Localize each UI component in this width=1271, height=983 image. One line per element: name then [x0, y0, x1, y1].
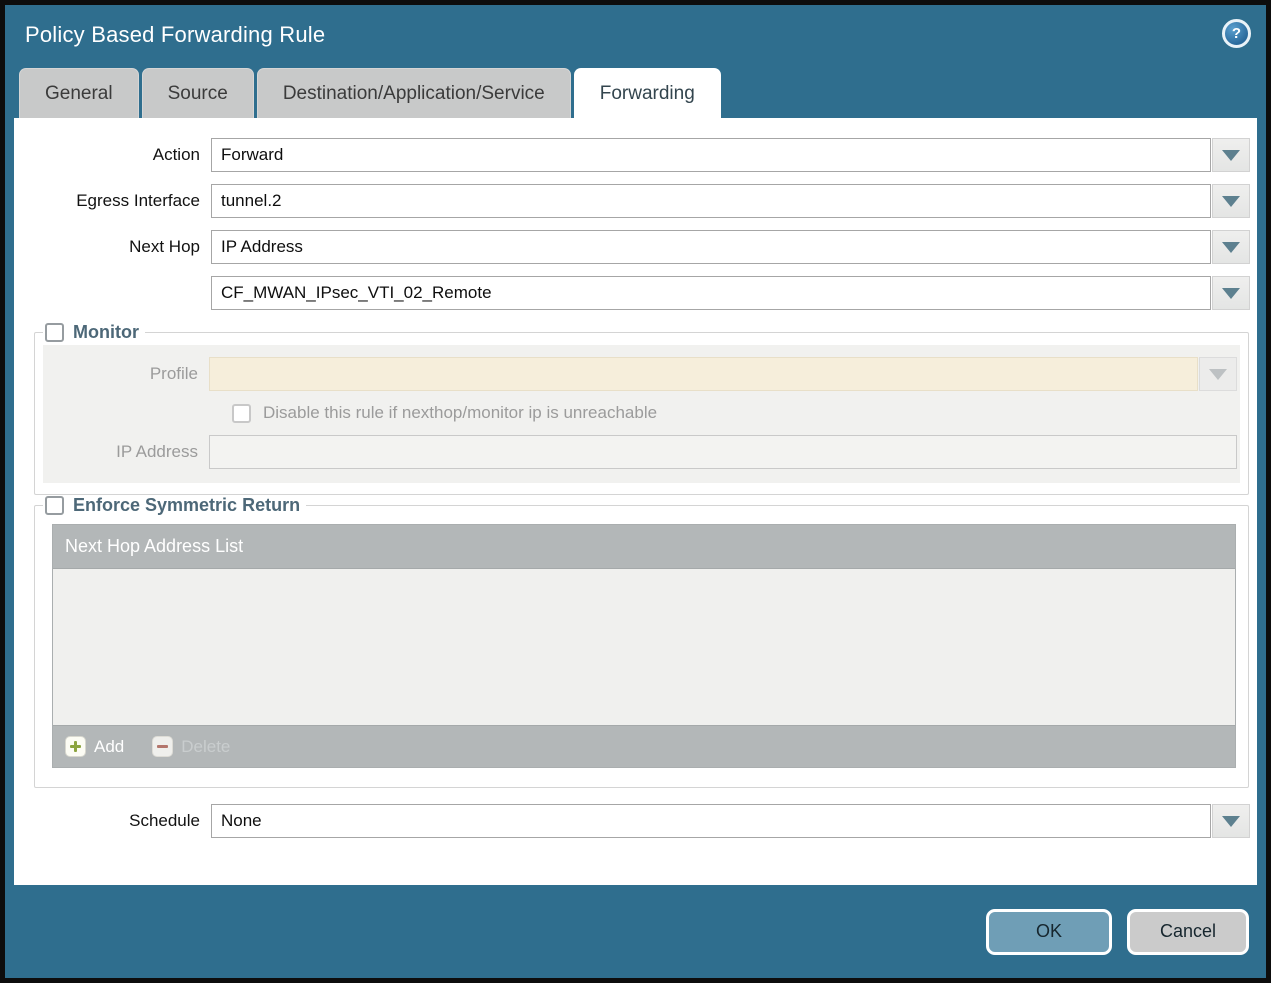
egress-interface-label: Egress Interface	[14, 191, 211, 211]
next-hop-address-list-toolbar: Add Delete	[53, 725, 1235, 767]
dialog-footer: OK Cancel	[5, 885, 1266, 978]
next-hop-label: Next Hop	[14, 237, 211, 257]
schedule-combo: None	[211, 804, 1250, 838]
enforce-symmetric-return-title: Enforce Symmetric Return	[73, 495, 300, 516]
chevron-down-icon	[1222, 242, 1240, 253]
disable-rule-checkbox-disabled	[232, 404, 251, 423]
minus-icon	[152, 736, 173, 757]
profile-combo	[209, 357, 1237, 391]
schedule-row: Schedule None	[14, 804, 1257, 838]
chevron-down-icon	[1222, 150, 1240, 161]
monitor-section: Monitor Profile Disable this rule if nex…	[34, 322, 1249, 495]
monitor-ip-address-label: IP Address	[43, 442, 209, 462]
tab-destination-application-service[interactable]: Destination/Application/Service	[257, 68, 571, 118]
monitor-ip-address-row: IP Address	[43, 435, 1240, 469]
disable-rule-row: Disable this rule if nexthop/monitor ip …	[232, 403, 1240, 423]
titlebar: Policy Based Forwarding Rule ?	[5, 5, 1266, 68]
profile-dropdown-button-disabled	[1199, 357, 1237, 391]
ok-button[interactable]: OK	[986, 909, 1112, 955]
chevron-down-icon	[1222, 288, 1240, 299]
schedule-label: Schedule	[14, 811, 211, 831]
monitor-checkbox[interactable]	[45, 323, 64, 342]
monitor-panel: Profile Disable this rule if nexthop/mon…	[43, 345, 1240, 483]
action-combo: Forward	[211, 138, 1250, 172]
delete-button-label: Delete	[181, 737, 230, 757]
action-row: Action Forward	[14, 138, 1257, 172]
add-button-label: Add	[94, 737, 124, 757]
next-hop-address-list-body[interactable]	[53, 569, 1235, 725]
disable-rule-label: Disable this rule if nexthop/monitor ip …	[263, 403, 657, 423]
dialog-title: Policy Based Forwarding Rule	[25, 22, 325, 48]
next-hop-row: Next Hop IP Address	[14, 230, 1257, 264]
plus-icon	[65, 736, 86, 757]
next-hop-type-field[interactable]: IP Address	[211, 230, 1211, 264]
tab-general[interactable]: General	[19, 68, 139, 118]
next-hop-address-dropdown-button[interactable]	[1212, 276, 1250, 310]
action-dropdown-button[interactable]	[1212, 138, 1250, 172]
next-hop-address-list-table: Next Hop Address List Add Delete	[52, 524, 1236, 768]
delete-button-disabled: Delete	[152, 736, 230, 757]
enforce-symmetric-return-section: Enforce Symmetric Return Next Hop Addres…	[34, 495, 1249, 788]
next-hop-address-field[interactable]: CF_MWAN_IPsec_VTI_02_Remote	[211, 276, 1211, 310]
tab-bar: General Source Destination/Application/S…	[5, 68, 1266, 118]
next-hop-address-combo: CF_MWAN_IPsec_VTI_02_Remote	[211, 276, 1250, 310]
help-icon[interactable]: ?	[1222, 19, 1251, 48]
chevron-down-icon	[1222, 196, 1240, 207]
schedule-value-field[interactable]: None	[211, 804, 1211, 838]
next-hop-dropdown-button[interactable]	[1212, 230, 1250, 264]
action-label: Action	[14, 145, 211, 165]
tab-source[interactable]: Source	[142, 68, 254, 118]
chevron-down-icon	[1222, 816, 1240, 827]
profile-value-field	[209, 357, 1198, 391]
profile-row: Profile	[43, 357, 1240, 391]
schedule-dropdown-button[interactable]	[1212, 804, 1250, 838]
enforce-symmetric-return-checkbox[interactable]	[45, 496, 64, 515]
tab-forwarding[interactable]: Forwarding	[574, 68, 721, 118]
add-button[interactable]: Add	[65, 736, 124, 757]
chevron-down-icon	[1209, 369, 1227, 380]
next-hop-address-list-header: Next Hop Address List	[53, 525, 1235, 569]
next-hop-combo: IP Address	[211, 230, 1250, 264]
egress-interface-value-field[interactable]: tunnel.2	[211, 184, 1211, 218]
monitor-legend: Monitor	[43, 322, 145, 343]
profile-label: Profile	[43, 364, 209, 384]
next-hop-address-row: CF_MWAN_IPsec_VTI_02_Remote	[14, 276, 1257, 310]
monitor-ip-address-field-disabled	[209, 435, 1237, 469]
egress-interface-combo: tunnel.2	[211, 184, 1250, 218]
egress-interface-row: Egress Interface tunnel.2	[14, 184, 1257, 218]
action-value-field[interactable]: Forward	[211, 138, 1211, 172]
monitor-title: Monitor	[73, 322, 139, 343]
cancel-button[interactable]: Cancel	[1127, 909, 1249, 955]
pbf-rule-dialog: Policy Based Forwarding Rule ? General S…	[0, 0, 1271, 983]
egress-interface-dropdown-button[interactable]	[1212, 184, 1250, 218]
enforce-symmetric-return-legend: Enforce Symmetric Return	[43, 495, 306, 516]
forwarding-tab-panel: Action Forward Egress Interface tunnel.2…	[14, 118, 1257, 885]
